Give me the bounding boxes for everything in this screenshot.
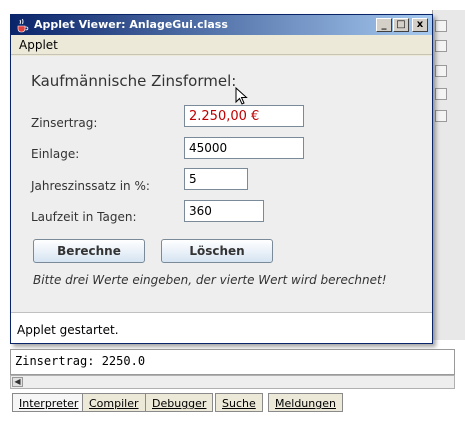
close-button[interactable]: x (412, 18, 428, 32)
tab-label: Interpreter (19, 397, 79, 410)
tab-debugger[interactable]: Debugger (145, 393, 214, 412)
status-text: Applet gestartet. (17, 323, 119, 337)
title-bar[interactable]: Applet Viewer: AnlageGui.class _ □ x (11, 15, 432, 35)
java-cup-icon (17, 18, 29, 33)
tab-compiler[interactable]: Compiler (82, 393, 146, 412)
status-bar: Applet gestartet. (11, 312, 432, 343)
console-text: Zinsertrag: 2250.0 (15, 354, 146, 368)
deposit-field[interactable]: 45000 (184, 137, 304, 159)
ide-marker-icon (435, 88, 447, 100)
rate-field[interactable]: 5 (184, 168, 248, 190)
ide-marker-icon (435, 65, 447, 77)
tab-messages[interactable]: Meldungen (268, 393, 343, 412)
ide-marker-icon (435, 20, 447, 32)
hint-text: Bitte drei Werte eingeben, der vierte We… (33, 273, 387, 287)
label-rate: Jahreszinssatz in %: (31, 179, 150, 193)
label-deposit: Einlage: (31, 147, 80, 161)
tab-search[interactable]: Suche (215, 393, 263, 412)
tab-label: Suche (222, 397, 256, 410)
form-heading: Kaufmännische Zinsformel: (31, 72, 237, 90)
minimize-button[interactable]: _ (376, 18, 392, 32)
menu-applet[interactable]: Applet (19, 38, 58, 52)
label-duration: Laufzeit in Tagen: (31, 210, 137, 224)
horizontal-scrollbar[interactable]: ◀ (10, 375, 455, 389)
label-interest: Zinsertrag: (31, 116, 98, 130)
calculate-button[interactable]: Berechne (33, 239, 145, 263)
interest-field[interactable]: 2.250,00 € (184, 105, 304, 127)
mouse-cursor-icon (235, 87, 248, 105)
tab-label: Meldungen (275, 397, 336, 410)
ide-marker-icon (435, 110, 447, 122)
applet-content: Kaufmännische Zinsformel: Zinsertrag: 2.… (11, 56, 432, 312)
clear-button[interactable]: Löschen (161, 239, 273, 263)
ide-side-panel (432, 10, 465, 340)
menu-bar: Applet (11, 35, 432, 55)
tab-label: Compiler (89, 397, 139, 410)
ide-marker-icon (435, 40, 447, 52)
maximize-button[interactable]: □ (393, 18, 409, 32)
bottom-tab-bar: Interpreter Compiler Debugger Suche Meld… (10, 393, 455, 413)
applet-window: Applet Viewer: AnlageGui.class _ □ x App… (10, 14, 433, 344)
tab-interpreter[interactable]: Interpreter (12, 393, 86, 412)
tab-label: Debugger (152, 397, 207, 410)
console-output[interactable]: Zinsertrag: 2250.0 (10, 349, 455, 375)
duration-field[interactable]: 360 (184, 200, 264, 222)
window-title: Applet Viewer: AnlageGui.class (34, 18, 228, 31)
scroll-left-icon[interactable]: ◀ (12, 377, 23, 387)
